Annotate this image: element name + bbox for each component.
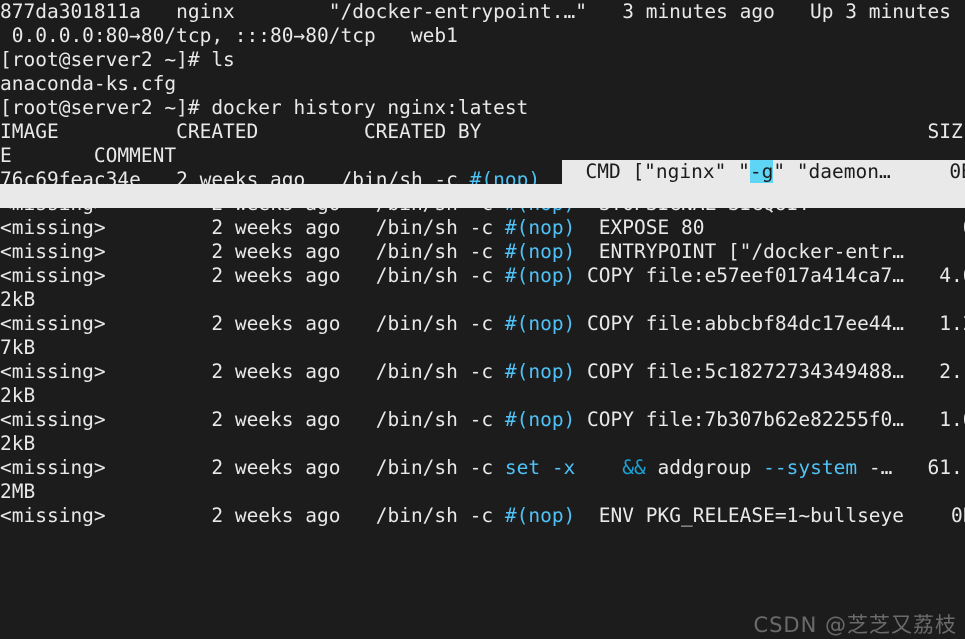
row-set-x: set -x	[504, 456, 576, 479]
terminal-line-ls-output: anaconda-ks.cfg	[0, 72, 965, 96]
row-image: <missing>	[0, 504, 106, 527]
row-shell: /bin/sh -c	[375, 216, 505, 239]
row-image: <missing>	[0, 264, 106, 287]
row-shell: /bin/sh -c	[375, 504, 505, 527]
selection-row-text: CMD ["nginx" "-g" "daemon… 0B	[562, 160, 965, 183]
row-shell: /bin/sh -c	[375, 264, 505, 287]
history-row-addgroup[interactable]: <missing> 2 weeks ago /bin/sh -c set -x …	[0, 456, 965, 480]
row-image: <missing>	[0, 456, 106, 479]
row-image: <missing>	[0, 360, 106, 383]
row-created: 2 weeks ago	[211, 240, 341, 263]
row-size-head: 1.2	[939, 312, 965, 335]
row-size-wrap: 7kB	[0, 336, 36, 359]
ls-output-text: anaconda-ks.cfg	[0, 72, 177, 95]
row-nop: #(nop)	[504, 264, 576, 287]
ps-row-text: 877da301811a nginx "/docker-entrypoint.……	[0, 0, 951, 23]
row-created: 2 weeks ago	[211, 264, 341, 287]
row-image: <missing>	[0, 312, 106, 335]
row-instruction: ENV PKG_RELEASE=1~bullseye	[575, 504, 905, 527]
row-created: 2 weeks ago	[211, 312, 341, 335]
history-row-size-wrap: 2kB	[0, 384, 965, 408]
terminal-window[interactable]: 877da301811a nginx "/docker-entrypoint.……	[0, 0, 965, 639]
row-created: 2 weeks ago	[211, 456, 341, 479]
history-row[interactable]: <missing> 2 weeks ago /bin/sh -c #(nop) …	[0, 216, 965, 240]
row-size: 0B	[951, 504, 965, 527]
terminal-line-prompt-history: [root@server2 ~]# docker history nginx:l…	[0, 96, 965, 120]
row-instruction: EXPOSE 80	[587, 216, 705, 239]
terminal-line-ps-row: 877da301811a nginx "/docker-entrypoint.……	[0, 0, 965, 24]
history-row[interactable]: <missing> 2 weeks ago /bin/sh -c #(nop) …	[0, 504, 965, 528]
terminal-screen: 877da301811a nginx "/docker-entrypoint.……	[0, 0, 965, 528]
row-created: 2 weeks ago	[211, 408, 341, 431]
csdn-watermark: CSDN @芝芝又荔枝	[753, 613, 957, 637]
row-size-head: 1.6	[939, 408, 965, 431]
row-size-wrap: 2MB	[0, 480, 36, 503]
row-instruction: COPY file:abbcbf84dc17ee44…	[575, 312, 905, 335]
row-shell: /bin/sh -c	[375, 312, 505, 335]
row-nop: #(nop)	[504, 504, 576, 527]
history-row-size-wrap: 2kB	[0, 432, 965, 456]
row-image: <missing>	[0, 240, 106, 263]
row-shell: /bin/sh -c	[375, 240, 505, 263]
history-row-size-wrap: 7kB	[0, 336, 965, 360]
row-created: 2 weeks ago	[211, 360, 341, 383]
row-size-head: 4.6	[939, 264, 965, 287]
history-row[interactable]: <missing> 2 weeks ago /bin/sh -c #(nop) …	[0, 240, 965, 264]
row-size-head: 2.1	[939, 360, 965, 383]
row-instruction: COPY file:5c18272734349488…	[575, 360, 905, 383]
row-size-wrap: 2kB	[0, 288, 36, 311]
prompt-ls-text: [root@server2 ~]# ls	[0, 48, 235, 71]
row-created: 2 weeks ago	[211, 216, 341, 239]
row-image: <missing>	[0, 408, 106, 431]
terminal-line-ps-ports: 0.0.0.0:80→80/tcp, :::80→80/tcp web1	[0, 24, 965, 48]
search-match-highlight: -g	[749, 160, 774, 183]
row-size-head: 61.	[927, 456, 963, 479]
history-row-size-wrap: 2MB	[0, 480, 965, 504]
history-row[interactable]: <missing> 2 weeks ago /bin/sh -c #(nop) …	[0, 264, 965, 288]
row-size-wrap: 2kB	[0, 384, 36, 407]
row-nop: #(nop)	[504, 240, 588, 263]
row-shell: /bin/sh -c	[375, 360, 505, 383]
row-instruction: COPY file:e57eef017a414ca7…	[575, 264, 905, 287]
ps-ports-text: 0.0.0.0:80→80/tcp, :::80→80/tcp web1	[0, 24, 458, 47]
row-shell: /bin/sh -c	[375, 456, 505, 479]
row-shell: /bin/sh -c	[375, 408, 505, 431]
row-nop: #(nop)	[504, 312, 576, 335]
row-instruction: COPY file:7b307b62e82255f0…	[575, 408, 905, 431]
row-image: <missing>	[0, 216, 106, 239]
history-row[interactable]: <missing> 2 weeks ago /bin/sh -c #(nop) …	[0, 408, 965, 432]
history-header-2-text: E COMMENT	[0, 144, 177, 167]
row-instruction: ENTRYPOINT ["/docker-entr…	[587, 240, 905, 263]
history-header-line-1: IMAGE CREATED CREATED BY SIZ	[0, 120, 965, 144]
history-header-1-text: IMAGE CREATED CREATED BY SIZ	[0, 120, 963, 143]
prompt-history-text: [root@server2 ~]# docker history nginx:l…	[0, 96, 529, 119]
history-row-size-wrap: 2kB	[0, 288, 965, 312]
row-nop: #(nop)	[504, 360, 576, 383]
row-ampersand-operator: &&	[622, 456, 646, 479]
row-created: 2 weeks ago	[211, 504, 341, 527]
terminal-line-prompt-ls: [root@server2 ~]# ls	[0, 48, 965, 72]
selection-band-wrap[interactable]	[0, 184, 965, 208]
history-row[interactable]: <missing> 2 weeks ago /bin/sh -c #(nop) …	[0, 312, 965, 336]
row-nop: #(nop)	[504, 216, 588, 239]
row-nop: #(nop)	[504, 408, 576, 431]
row-size-wrap: 2kB	[0, 432, 36, 455]
row-system-flag: --system	[763, 456, 858, 479]
history-row[interactable]: <missing> 2 weeks ago /bin/sh -c #(nop) …	[0, 360, 965, 384]
